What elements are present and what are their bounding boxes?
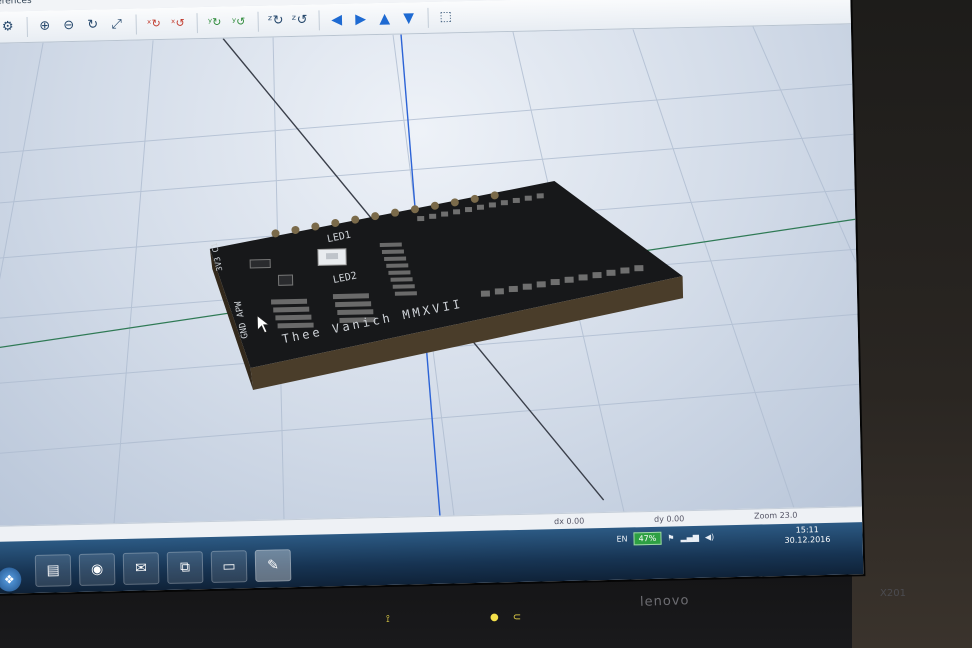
clock[interactable]: 15:11 30.12.2016 bbox=[784, 525, 831, 546]
kicad-icon[interactable]: ✎ bbox=[254, 549, 292, 582]
flag-icon[interactable]: ⚑ bbox=[667, 533, 674, 542]
3d-viewport[interactable]: Thee Vanich MMXVII LED1 LED2 GND APW 3V3… bbox=[0, 24, 862, 526]
power-led-icon: ● bbox=[490, 612, 499, 623]
rotate-x-cw-icon[interactable]: ˣ↻ bbox=[142, 12, 164, 34]
wifi-led-icon: ⟟ bbox=[386, 614, 390, 625]
toolbar-separator bbox=[196, 12, 198, 33]
view-3d-cube-icon[interactable]: ⬚ bbox=[434, 6, 456, 28]
windows-start-icon[interactable]: ❖ bbox=[0, 567, 22, 592]
language-indicator[interactable]: EN bbox=[616, 534, 627, 543]
status-dy: dy 0.00 bbox=[653, 514, 685, 524]
zoom-fit-icon[interactable]: ⤢ bbox=[105, 13, 127, 35]
settings-gear-icon[interactable]: ⚙ bbox=[0, 16, 19, 38]
line-icon[interactable]: ✉ bbox=[122, 552, 160, 585]
rotate-z-cw-icon[interactable]: ᶻ↻ bbox=[264, 10, 286, 32]
status-zoom: Zoom 23.0 bbox=[753, 510, 798, 521]
charge-led-icon: ⊂ bbox=[512, 612, 522, 623]
toolbar-separator bbox=[135, 14, 137, 35]
photo-stage: erences ⚙ ⊕ ⊖ ↻ ⤢ ˣ↻ ˣ↺ ʸ↻ ʸ↺ ᶻ↻ ᶻ↺ ◀ ▶ … bbox=[0, 0, 972, 648]
pan-right-icon[interactable]: ▶ bbox=[349, 8, 371, 30]
status-dx: dx 0.00 bbox=[554, 516, 585, 527]
3d-scene: Thee Vanich MMXVII LED1 LED2 GND APW 3V3… bbox=[0, 26, 862, 526]
status-leds: ⟟ bbox=[386, 614, 390, 625]
rotate-y-cw-icon[interactable]: ʸ↻ bbox=[203, 11, 225, 33]
file-explorer-icon[interactable]: ▤ bbox=[34, 554, 72, 587]
smd-component bbox=[249, 259, 271, 269]
network-icon[interactable]: ▂▄▆ bbox=[680, 532, 699, 541]
network-app-icon[interactable]: ⧉ bbox=[166, 551, 204, 584]
rotate-z-ccw-icon[interactable]: ᶻ↺ bbox=[288, 9, 310, 31]
rotate-x-ccw-icon[interactable]: ˣ↺ bbox=[166, 12, 188, 34]
rotate-icon[interactable]: ↻ bbox=[81, 14, 103, 36]
clock-date: 30.12.2016 bbox=[784, 534, 831, 545]
power-leds: ● ⊂ bbox=[490, 612, 521, 623]
toolbar-separator bbox=[257, 11, 259, 32]
background-room bbox=[852, 0, 972, 648]
pcb-board bbox=[209, 181, 684, 390]
volume-icon[interactable]: ◀) bbox=[705, 532, 714, 541]
toolbar-separator bbox=[318, 9, 320, 30]
battery-indicator[interactable]: 47% bbox=[633, 531, 662, 545]
zoom-in-icon[interactable]: ⊕ bbox=[33, 15, 55, 37]
laptop-model-label: X201 bbox=[880, 588, 906, 599]
led1-lens bbox=[325, 252, 339, 260]
pan-up-icon[interactable]: ▲ bbox=[373, 7, 395, 29]
terminal-icon[interactable]: ▭ bbox=[210, 550, 248, 583]
chrome-icon[interactable]: ◉ bbox=[78, 553, 116, 586]
pan-left-icon[interactable]: ◀ bbox=[325, 8, 347, 30]
rotate-y-ccw-icon[interactable]: ʸ↺ bbox=[227, 10, 249, 32]
laptop-brand-logo: lenovo bbox=[639, 593, 690, 610]
smd-component bbox=[277, 274, 294, 286]
laptop-screen: erences ⚙ ⊕ ⊖ ↻ ⤢ ˣ↻ ˣ↺ ʸ↻ ʸ↺ ᶻ↻ ᶻ↺ ◀ ▶ … bbox=[0, 0, 864, 594]
system-tray: EN 47% ⚑ ▂▄▆ ◀) bbox=[616, 526, 714, 550]
toolbar-separator bbox=[26, 16, 28, 37]
pan-down-icon[interactable]: ▼ bbox=[397, 7, 419, 29]
toolbar-separator bbox=[427, 7, 429, 28]
menu-tab-label: erences bbox=[0, 0, 32, 7]
zoom-out-icon[interactable]: ⊖ bbox=[57, 14, 79, 36]
